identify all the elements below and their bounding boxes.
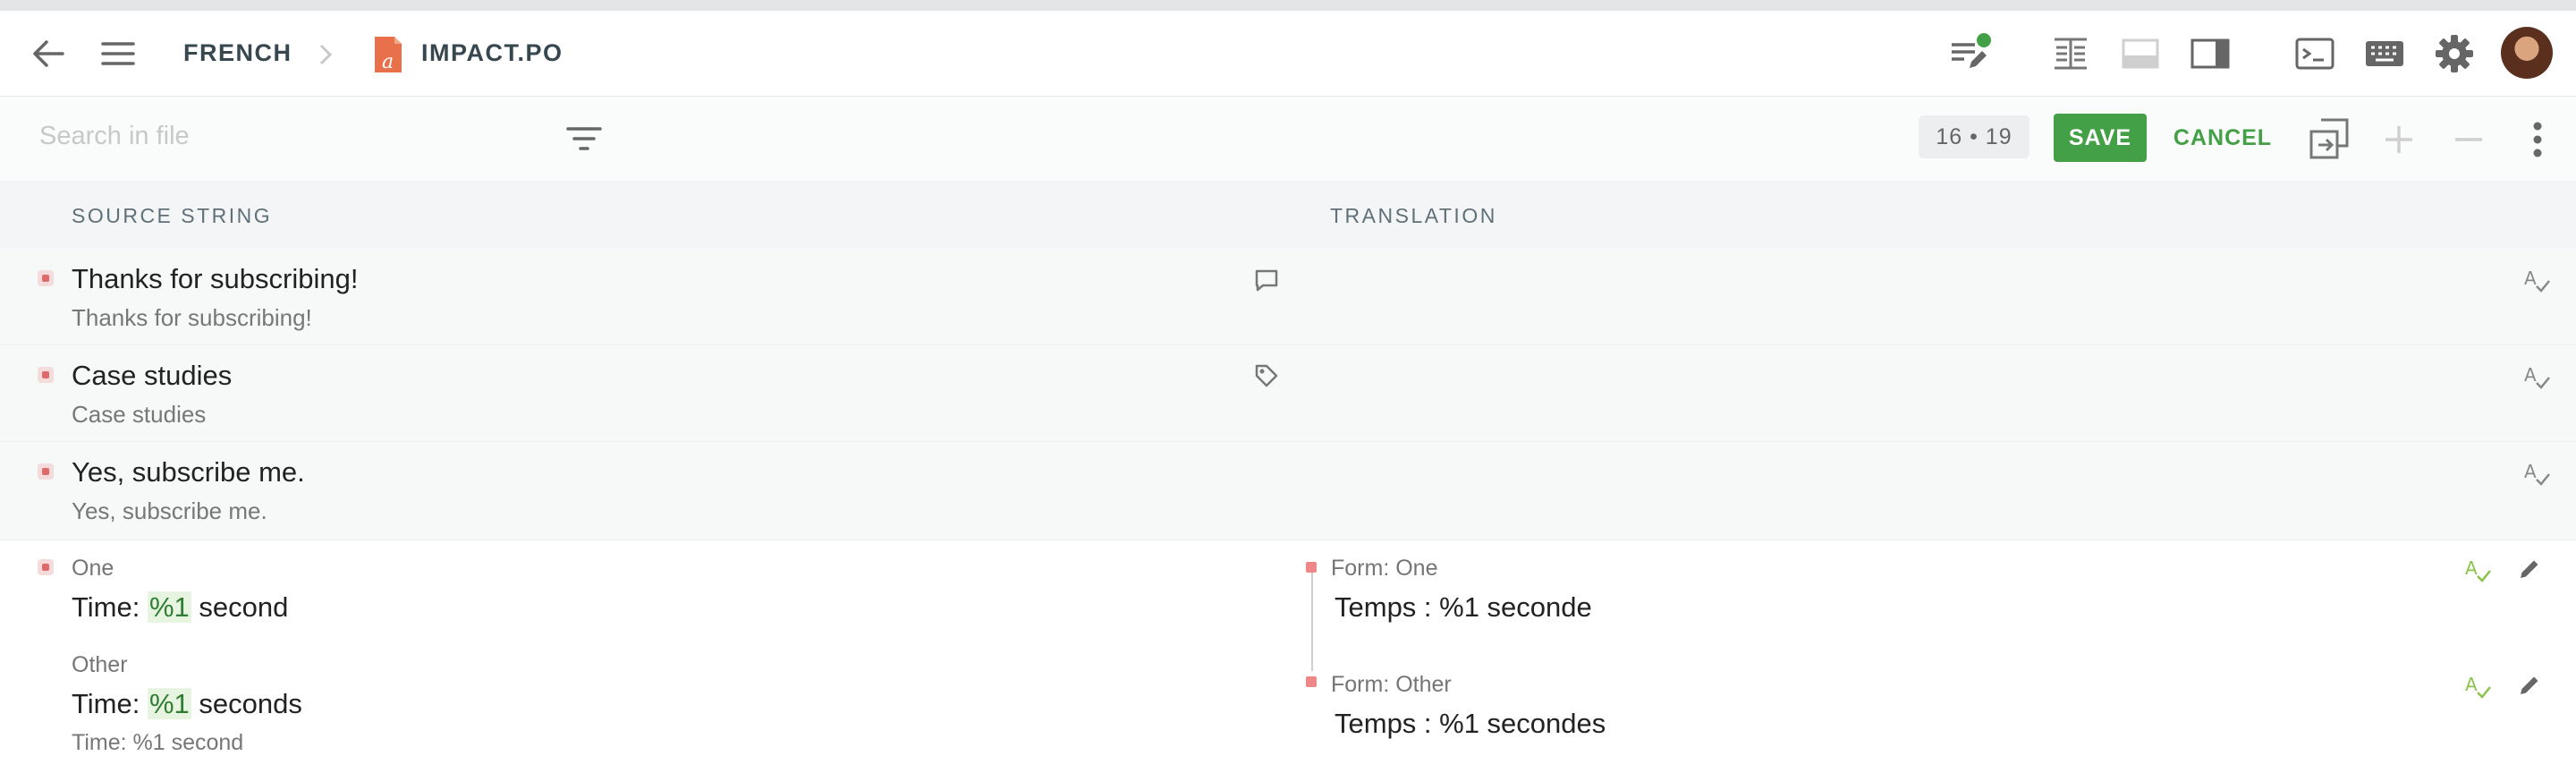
add-plus-icon[interactable]	[2379, 120, 2419, 159]
side-panel-icon[interactable]	[2190, 34, 2231, 73]
keyboard-icon[interactable]	[2363, 36, 2406, 72]
string-row[interactable]: Case studies Case studies A	[0, 345, 2576, 442]
editor-toolbar: Search in file 16 • 19 SAVE CANCEL	[0, 97, 2576, 181]
translation-form-label: Form: One	[1331, 556, 1438, 581]
string-row[interactable]: Thanks for subscribing! Thanks for subsc…	[0, 249, 2576, 345]
svg-text:a: a	[382, 51, 394, 73]
top-strip	[0, 0, 2576, 11]
translation-input-other[interactable]: Temps : %1 secondes	[1335, 708, 1606, 740]
placeholder-token: %1	[147, 591, 191, 623]
edit-pencil-icon[interactable]	[2515, 555, 2544, 583]
source-context: Time: %1 second	[72, 730, 244, 755]
source-text-prefix: Time:	[72, 591, 148, 623]
comment-icon[interactable]	[1252, 267, 1281, 293]
svg-text:A: A	[2465, 557, 2478, 579]
menu-icon[interactable]	[98, 36, 138, 72]
translation-input-one[interactable]: Temps : %1 seconde	[1335, 591, 1592, 624]
source-context: Case studies	[72, 401, 207, 428]
app-header: FRENCH a IMPACT.PO	[0, 11, 2576, 97]
back-arrow-icon[interactable]	[27, 36, 70, 72]
source-text-suffix: second	[191, 591, 289, 623]
plural-source-one: Time: %1 second	[72, 591, 288, 624]
source-text: Case studies	[72, 360, 233, 391]
cancel-button[interactable]: CANCEL	[2168, 114, 2277, 162]
edit-list-icon[interactable]	[1946, 30, 1995, 75]
plural-source-other: Time: %1 seconds	[72, 688, 302, 720]
stacked-layout-icon[interactable]	[2120, 34, 2161, 73]
spellcheck-ok-icon[interactable]: A	[2462, 555, 2494, 585]
spellcheck-ok-icon[interactable]: A	[2462, 671, 2494, 701]
source-column-header: SOURCE STRING	[72, 204, 273, 227]
svg-text:A: A	[2524, 268, 2537, 289]
plural-form-label: One	[72, 556, 114, 581]
source-text-prefix: Time:	[72, 688, 148, 719]
search-input[interactable]: Search in file	[39, 122, 190, 151]
untranslated-status-icon	[38, 463, 54, 480]
svg-text:A: A	[2524, 364, 2537, 386]
svg-text:A: A	[2465, 674, 2478, 695]
string-row[interactable]: Yes, subscribe me. Yes, subscribe me. A	[0, 442, 2576, 540]
source-text-suffix: seconds	[191, 688, 302, 719]
remove-minus-icon[interactable]	[2449, 120, 2488, 159]
breadcrumb-file: IMPACT.PO	[421, 39, 564, 66]
source-context: Yes, subscribe me.	[72, 497, 267, 524]
translation-column-header: TRANSLATION	[1330, 204, 1497, 227]
more-vertical-icon[interactable]	[2524, 118, 2551, 161]
split-layout-icon[interactable]	[2050, 34, 2091, 73]
translation-form-label: Form: Other	[1331, 672, 1452, 697]
save-button[interactable]: SAVE	[2054, 114, 2147, 162]
source-context: Thanks for subscribing!	[72, 304, 312, 331]
plural-form-label: Other	[72, 652, 128, 677]
untranslated-status-icon	[38, 559, 54, 575]
terminal-icon[interactable]	[2293, 34, 2336, 73]
filter-icon[interactable]	[564, 122, 605, 156]
spellcheck-icon[interactable]: A	[2521, 361, 2553, 392]
column-headers: SOURCE STRING TRANSLATION	[0, 181, 2576, 249]
svg-text:A: A	[2524, 461, 2537, 482]
spellcheck-icon[interactable]: A	[2521, 458, 2553, 488]
string-counter: 16 • 19	[1919, 115, 2029, 158]
plural-string-row[interactable]	[0, 540, 2576, 773]
source-text: Yes, subscribe me.	[72, 456, 305, 488]
breadcrumb-chevron-icon	[315, 41, 336, 68]
breadcrumb-language[interactable]: FRENCH	[183, 39, 292, 67]
tag-icon[interactable]	[1252, 361, 1281, 390]
translation-status-icon	[1306, 562, 1317, 573]
untranslated-status-icon	[38, 270, 54, 286]
po-file-icon: a	[372, 34, 404, 75]
source-text: Thanks for subscribing!	[72, 263, 359, 294]
plural-connector-line	[1311, 573, 1313, 671]
user-avatar[interactable]	[2501, 27, 2553, 79]
untranslated-status-icon	[38, 367, 54, 383]
translation-status-icon	[1306, 676, 1317, 687]
spellcheck-icon[interactable]: A	[2521, 265, 2553, 295]
copy-source-icon[interactable]	[2308, 116, 2351, 161]
placeholder-token: %1	[147, 688, 191, 719]
settings-gear-icon[interactable]	[2433, 32, 2476, 75]
edit-pencil-icon[interactable]	[2515, 671, 2544, 700]
